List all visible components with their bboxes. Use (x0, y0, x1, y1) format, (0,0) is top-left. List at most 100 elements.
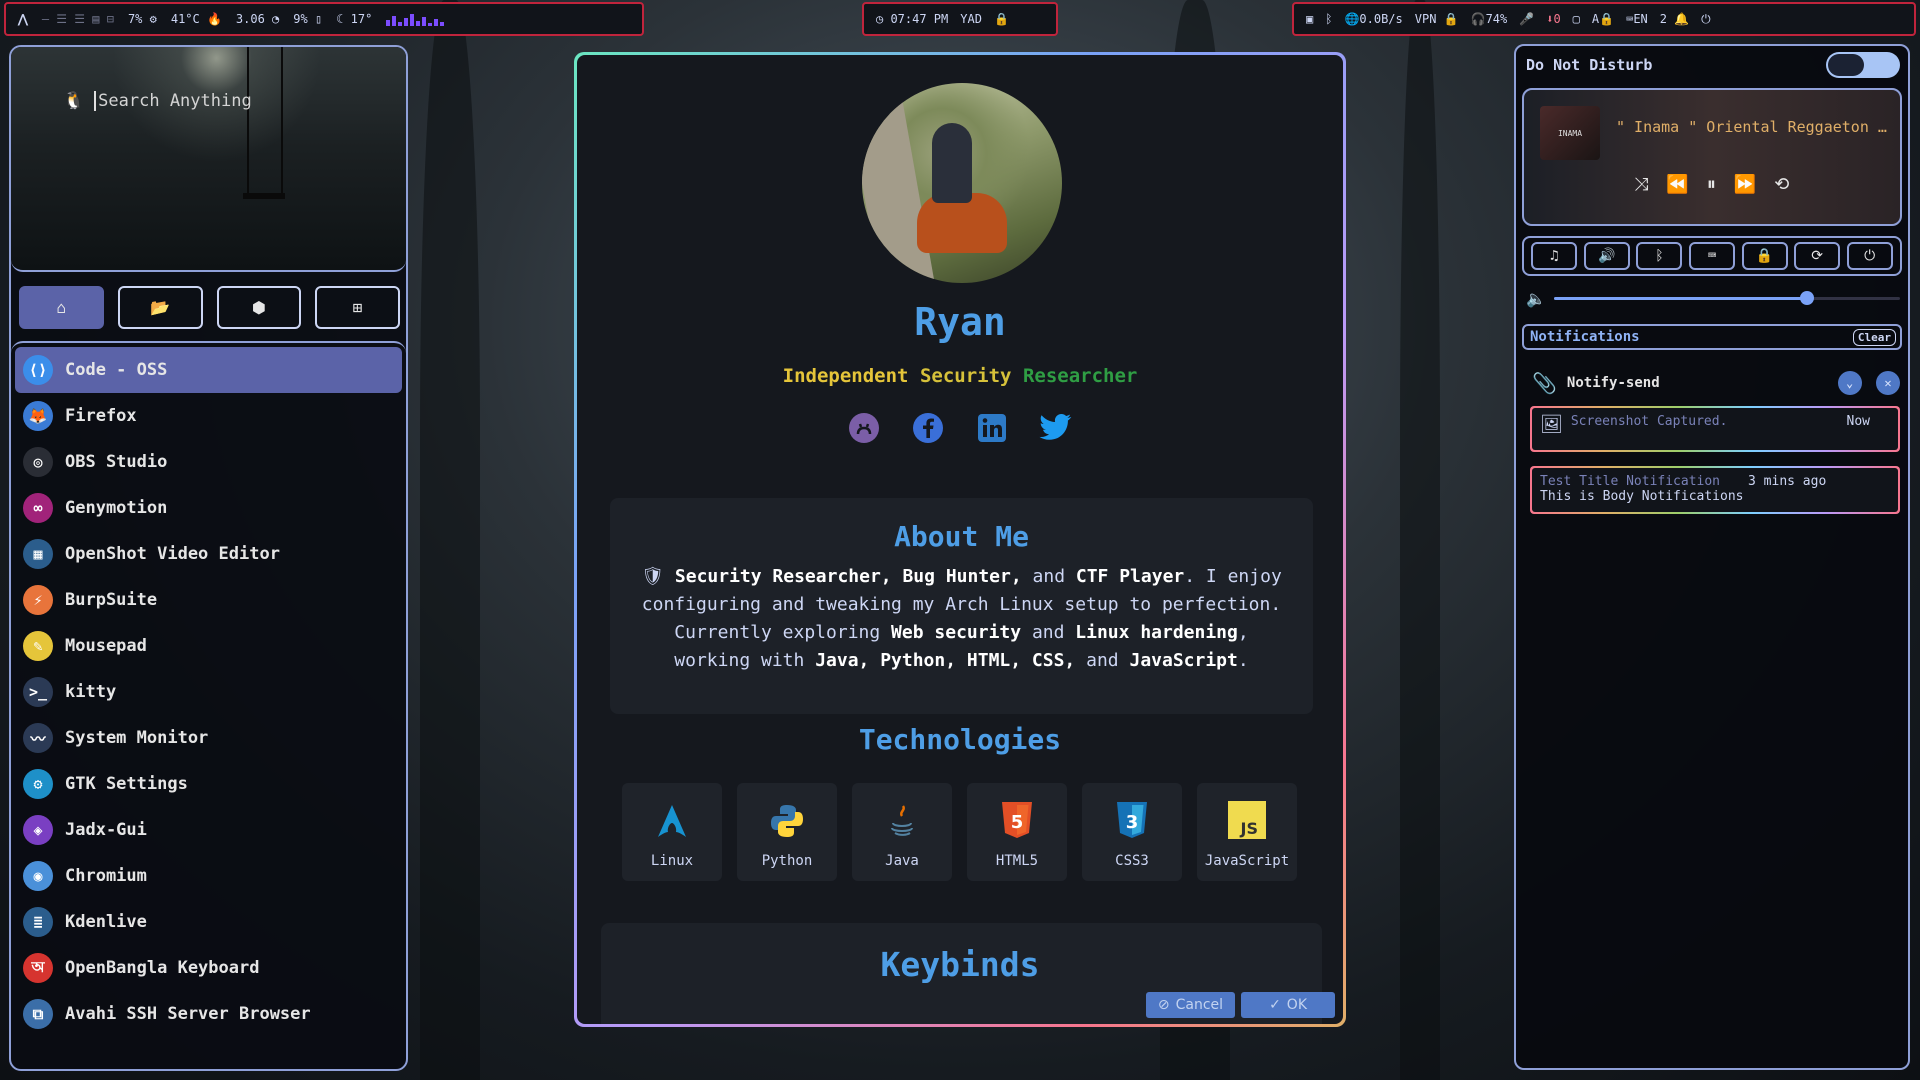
genymotion-icon: ∞ (23, 493, 53, 523)
about-title: About Me (894, 520, 1029, 553)
app-item[interactable]: ⚙ GTK Settings (15, 761, 402, 807)
arch-logo-icon[interactable]: ⋀ (18, 12, 28, 26)
app-item[interactable]: >_ kitty (15, 669, 402, 715)
close-group-button[interactable]: ✕ (1876, 371, 1900, 395)
keybinds-title: Keybinds (880, 945, 1040, 984)
monitor-icon: 〰 (23, 723, 53, 753)
app-item[interactable]: ∞ Genymotion (15, 485, 402, 531)
cancel-button[interactable]: ⊘ Cancel (1145, 992, 1236, 1018)
dialog-buttons: ⊘ Cancel ✓ OK (1145, 992, 1335, 1018)
film-icon: ▦ (23, 539, 53, 569)
bluetooth-icon[interactable]: ᛒ (1325, 12, 1332, 26)
java-icon (884, 803, 920, 843)
dnd-toggle[interactable] (1826, 52, 1900, 78)
arch-linux-icon (654, 803, 690, 843)
music-button[interactable]: ♫ (1531, 242, 1578, 270)
notepad-icon: ✎ (23, 631, 53, 661)
volume-slider[interactable] (1553, 290, 1900, 305)
javascript-icon: JS (1228, 801, 1266, 843)
search-bar[interactable]: 🐧 Search Anything (63, 91, 252, 111)
app-list: ⟨⟩ Code - OSS 🦊 Firefox ◎ OBS Studio ∞ Genymoti… (11, 341, 406, 1037)
files-tab[interactable]: 📂 (117, 286, 203, 329)
app-item[interactable]: 🦊 Firefox (15, 393, 402, 439)
lock-icon[interactable]: 🔒 (994, 12, 1009, 26)
windows-tab[interactable]: ⊞ (315, 286, 400, 329)
power-button[interactable]: ⏻ (1846, 242, 1893, 270)
tech-javascript: JS JavaScript (1197, 783, 1297, 881)
ok-button[interactable]: ✓ OK (1241, 992, 1335, 1018)
profile-subtitle: Independent Security Researcher (782, 365, 1138, 387)
pause-icon[interactable]: ⏸ (1707, 174, 1716, 195)
workspace-indicator-icon[interactable]: — ☰ ☰ ▤ ⊟ (42, 12, 114, 26)
volume-button[interactable]: 🔊 (1583, 242, 1630, 270)
lock-button[interactable]: 🔒 (1741, 242, 1788, 270)
notification-count[interactable]: 2 🔔 (1660, 12, 1689, 26)
speaker-icon: 🔊 (1598, 248, 1616, 264)
package-icon: ⬢ (251, 298, 266, 317)
facebook-icon[interactable] (911, 411, 945, 445)
app-item[interactable]: ⟨⟩ Code - OSS (15, 347, 402, 393)
keyboard-icon: অ (23, 953, 53, 983)
app-item[interactable]: ✎ Mousepad (15, 623, 402, 669)
jadx-icon: ◈ (23, 815, 53, 845)
clock[interactable]: ◷ 07:47 PM (876, 12, 948, 26)
volume-slider-row: 🔈 (1526, 288, 1900, 308)
player-controls: ⤨ ⏪ ⏸ ⏩ ⟲ (1634, 174, 1789, 195)
bluetooth-icon: ᛒ (1655, 248, 1664, 264)
profile-name: Ryan (914, 300, 1006, 344)
cpu-graph (386, 12, 450, 26)
notification-card[interactable]: 🖼 Screenshot Captured. Now (1530, 406, 1900, 452)
app-label: Mousepad (65, 636, 147, 656)
shuffle-icon[interactable]: ⤨ (1634, 174, 1648, 195)
app-label: Genymotion (65, 498, 168, 518)
lock-icon: 🔒 (1755, 248, 1774, 264)
app-item[interactable]: 〰 System Monitor (15, 715, 402, 761)
app-item[interactable]: ▦ OpenShot Video Editor (15, 531, 402, 577)
next-icon[interactable]: ⏩ (1734, 174, 1756, 195)
home-tab[interactable]: ⌂ (19, 286, 104, 329)
app-item[interactable]: ◎ OBS Studio (15, 439, 402, 485)
search-icon: 🐧 (63, 91, 85, 111)
clear-button[interactable]: Clear (1852, 328, 1896, 346)
html5-icon: 5 (1000, 801, 1034, 843)
clipboard-icon[interactable]: ▢ (1573, 12, 1580, 26)
twitter-icon[interactable] (1039, 411, 1073, 445)
terminal-icon: >_ (23, 677, 53, 707)
keyboard-layout[interactable]: ⌨EN (1626, 12, 1648, 26)
app-item[interactable]: ≣ Kdenlive (15, 899, 402, 945)
mic-muted-icon[interactable]: 🎤 (1519, 12, 1534, 26)
github-icon[interactable] (847, 411, 881, 445)
notification-card[interactable]: Test Title Notification 3 mins ago This … (1530, 466, 1900, 514)
windows-icon: ⊞ (352, 298, 363, 317)
active-window: YAD (960, 12, 982, 26)
search-input[interactable]: Search Anything (98, 91, 252, 111)
power-icon[interactable]: ⏻ (1701, 12, 1711, 27)
volume-knob[interactable] (1799, 290, 1814, 305)
battery: 🎧74% (1470, 12, 1508, 26)
bluetooth-button[interactable]: ᛒ (1636, 242, 1683, 270)
vscode-icon: ⟨⟩ (23, 355, 53, 385)
keyboard-button[interactable]: ⌨ (1688, 242, 1735, 270)
app-item[interactable]: ⚡ BurpSuite (15, 577, 402, 623)
track-title: " Inama " Oriental Reggaeton … (1616, 118, 1887, 136)
app-item[interactable]: ◈ Jadx-Gui (15, 807, 402, 853)
css3-icon: 3 (1115, 801, 1149, 843)
app-label: Code - OSS (65, 360, 168, 380)
screen-icon[interactable]: ▣ (1306, 12, 1313, 26)
check-icon: ✓ (1269, 997, 1281, 1013)
packages-tab[interactable]: ⬢ (216, 286, 302, 329)
previous-icon[interactable]: ⏪ (1666, 174, 1688, 195)
app-item[interactable]: অ OpenBangla Keyboard (15, 945, 402, 991)
collapse-button[interactable]: ⌄ (1837, 371, 1862, 395)
updates[interactable]: ⬇0 (1546, 12, 1560, 26)
music-icon: ♫ (1550, 248, 1559, 264)
linkedin-icon[interactable] (975, 411, 1009, 445)
repeat-icon[interactable]: ⟲ (1774, 174, 1789, 195)
vpn-status[interactable]: VPN 🔒 (1415, 12, 1459, 26)
restart-button[interactable]: ⟳ (1794, 242, 1841, 270)
background-tree (1400, 0, 1440, 1080)
app-item[interactable]: ⧉ Avahi SSH Server Browser (15, 991, 402, 1037)
profile-dialog: Ryan Independent Security Researcher Abo… (574, 52, 1346, 1027)
control-center: Do Not Disturb INAMA " Inama " Oriental … (1514, 44, 1910, 1070)
app-item[interactable]: ◉ Chromium (15, 853, 402, 899)
